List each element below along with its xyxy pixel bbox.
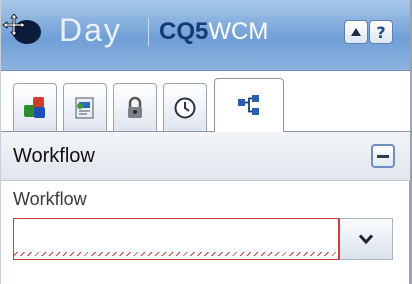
collapse-panel-button[interactable] <box>371 144 395 168</box>
help-button[interactable]: ? <box>369 20 393 44</box>
cq5wcm-logo: CQ5WCM <box>159 18 269 45</box>
tab-strip <box>1 71 410 132</box>
chevron-down-icon <box>359 234 373 244</box>
workflow-panel-header: Workflow <box>1 132 410 181</box>
triangle-up-icon <box>351 28 361 36</box>
sidekick-panel: Day CQ5WCM ? Workflow Workflow <box>0 0 412 284</box>
collapse-sidekick-button[interactable] <box>344 20 368 44</box>
versioning-clock-icon <box>174 97 196 118</box>
tab-components[interactable] <box>13 83 57 131</box>
tab-workflow[interactable] <box>214 78 284 132</box>
sidekick-header: Day CQ5WCM ? <box>1 0 410 71</box>
tab-page[interactable] <box>63 83 107 131</box>
help-icon: ? <box>376 22 386 42</box>
logo-divider <box>148 18 149 46</box>
day-logo: Day <box>59 12 122 48</box>
workflow-dropdown-button[interactable] <box>339 218 393 260</box>
page-icon <box>75 97 94 118</box>
tab-information[interactable] <box>113 83 157 131</box>
workflow-icon <box>238 94 259 115</box>
minus-icon <box>377 154 389 158</box>
workflow-select-input[interactable] <box>13 218 339 260</box>
panel-title: Workflow <box>13 145 95 167</box>
move-handle-icon[interactable] <box>1 14 43 48</box>
tab-versioning[interactable] <box>163 83 207 131</box>
components-icon <box>24 96 45 118</box>
workflow-combobox[interactable] <box>13 218 393 260</box>
lock-icon <box>128 96 142 118</box>
workflow-field-label: Workflow <box>13 189 87 209</box>
